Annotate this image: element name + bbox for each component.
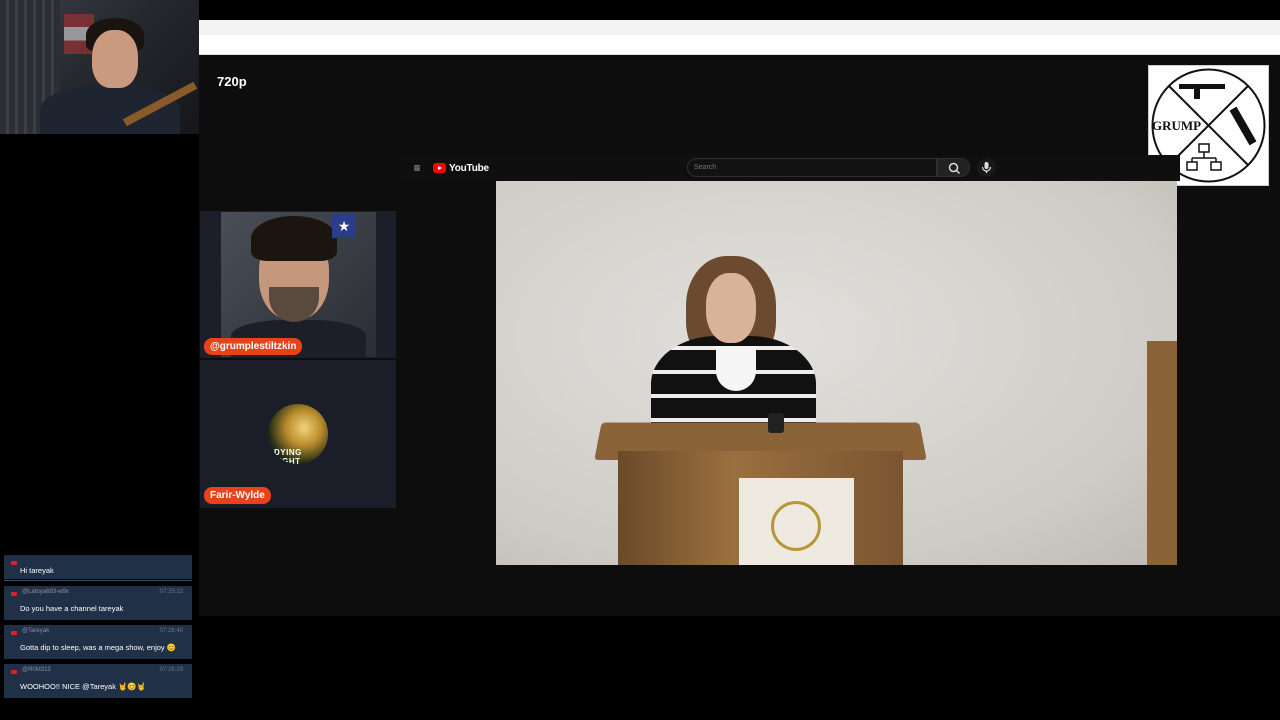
youtube-badge-icon [11, 592, 17, 596]
chat-timestamp: 07:25:22 [159, 589, 183, 595]
avatar-text: DYING LIGHT [274, 448, 302, 464]
chat-message: @Tareyak 07:26:40 Gotta dip to sleep, wa… [4, 625, 192, 659]
youtube-badge-icon [11, 631, 17, 635]
chat-text: Hi tareyak [20, 566, 54, 575]
voice-search-button[interactable] [977, 158, 996, 177]
chat-timestamp: 07:26:29 [159, 667, 183, 673]
microphone-icon [981, 162, 992, 173]
chat-panel: Hi tareyak @Latoya693-w9x 07:25:22 Do yo… [4, 555, 192, 700]
host-webcam [0, 0, 199, 134]
quality-label: 720p [217, 74, 247, 89]
chat-username: @Latoya693-w9x [22, 589, 69, 595]
youtube-badge-icon [11, 670, 17, 674]
grump-logo-text: GRUMP [1152, 118, 1201, 133]
chat-text: WOOHOO!! NICE @Tareyak 🤘😊🤘 [20, 682, 147, 691]
video-player[interactable] [496, 181, 1177, 565]
chat-username: @Tareyak [22, 628, 50, 634]
browser-tab-bar [199, 20, 1280, 35]
hamburger-menu-icon[interactable]: ≡ [410, 161, 424, 175]
youtube-search-input[interactable]: Search [687, 158, 937, 177]
star-icon: ★ [332, 214, 356, 238]
chat-username: @R0M313 [22, 667, 51, 673]
youtube-badge-icon [11, 561, 17, 565]
guest-name-tag: Farir-Wylde [204, 487, 271, 504]
chat-text: Do you have a channel tareyak [20, 604, 124, 613]
chat-text: Gotta dip to sleep, was a mega show, enj… [20, 643, 177, 652]
youtube-play-icon [433, 163, 446, 173]
chat-timestamp: 07:26:40 [159, 628, 183, 634]
browser-address-bar[interactable] [199, 35, 1280, 55]
avatar: DYING LIGHT [268, 404, 328, 464]
youtube-brand: YouTube [449, 162, 489, 174]
guest-name-tag: @grumplestiltzkin [204, 338, 303, 355]
guest-webcam: ★ [221, 212, 376, 357]
chat-message: @Latoya693-w9x 07:25:22 Do you have a ch… [4, 586, 192, 620]
search-icon [948, 162, 961, 175]
chat-message: @R0M313 07:26:29 WOOHOO!! NICE @Tareyak … [4, 664, 192, 698]
youtube-logo[interactable]: YouTube [433, 162, 489, 174]
youtube-search-button[interactable] [937, 158, 970, 177]
chat-message: Hi tareyak [4, 555, 192, 579]
